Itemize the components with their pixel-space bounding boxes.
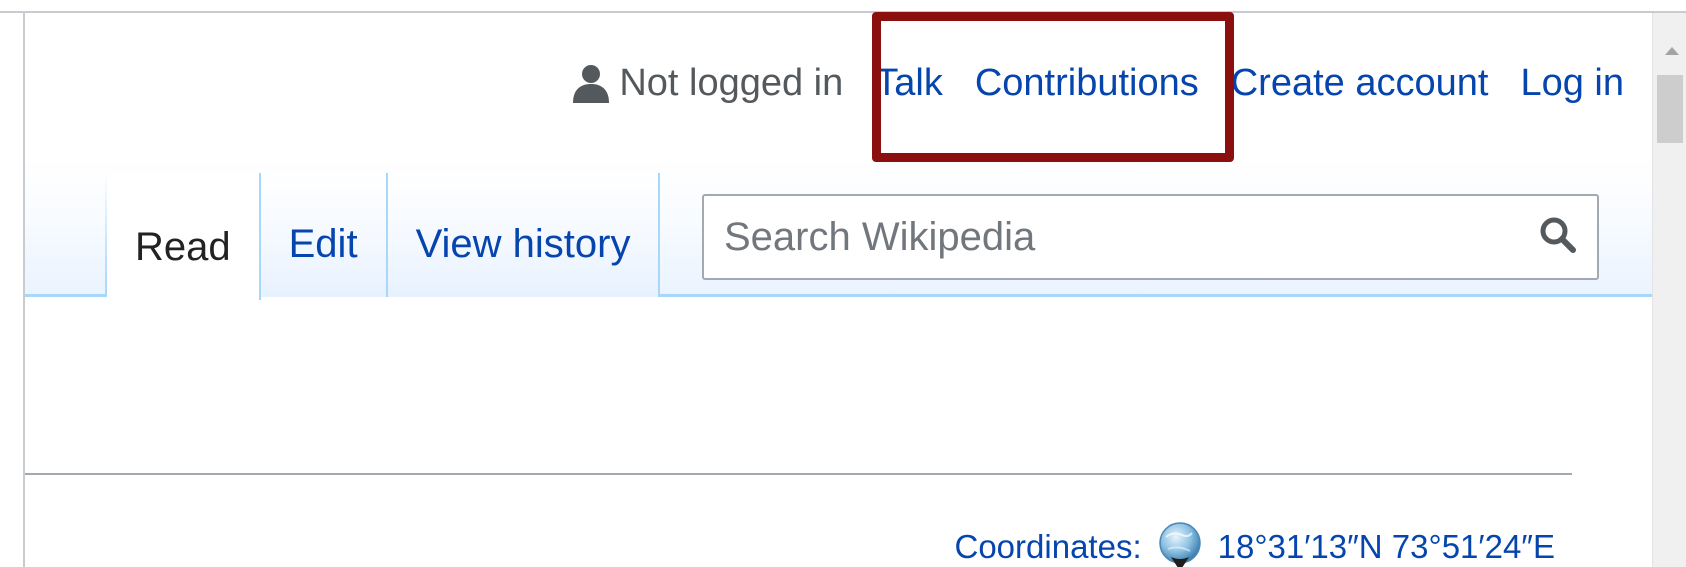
log-in-link[interactable]: Log in — [1520, 64, 1624, 102]
user-icon — [571, 63, 611, 103]
wiki-page: Not logged in Talk Contributions Create … — [25, 13, 1652, 567]
tab-read-label: Read — [135, 225, 231, 269]
coordinates-label: Coordinates: — [954, 527, 1142, 565]
search-icon — [1538, 215, 1578, 260]
coordinates: Coordinates: 18°31′13″N 73°51′24″E — [954, 519, 1555, 567]
search-box — [702, 194, 1599, 280]
scroll-up-arrow-icon[interactable] — [1665, 47, 1679, 55]
search-button[interactable] — [1531, 210, 1585, 264]
scrollbar-thumb[interactable] — [1657, 75, 1683, 143]
content-divider — [25, 473, 1572, 475]
tab-edit[interactable]: Edit — [260, 173, 388, 297]
coordinates-value-link[interactable]: 18°31′13″N 73°51′24″E — [1218, 530, 1555, 563]
browser-viewport: Not logged in Talk Contributions Create … — [0, 0, 1686, 567]
tab-edit-label: Edit — [288, 222, 358, 266]
globe-icon[interactable] — [1154, 519, 1208, 567]
vertical-scrollbar[interactable] — [1652, 13, 1686, 567]
personal-tools: Not logged in Talk Contributions Create … — [571, 63, 1624, 103]
create-account-link[interactable]: Create account — [1231, 64, 1489, 102]
not-logged-in-label: Not logged in — [619, 62, 844, 104]
tab-view-history-label: View history — [415, 222, 631, 266]
contributions-link[interactable]: Contributions — [975, 64, 1199, 102]
tab-read[interactable]: Read — [107, 173, 261, 300]
search-input[interactable] — [722, 206, 1506, 268]
talk-link[interactable]: Talk — [875, 64, 943, 102]
view-tabs: Read Edit View history — [107, 173, 661, 300]
tab-view-history[interactable]: View history — [387, 173, 661, 297]
